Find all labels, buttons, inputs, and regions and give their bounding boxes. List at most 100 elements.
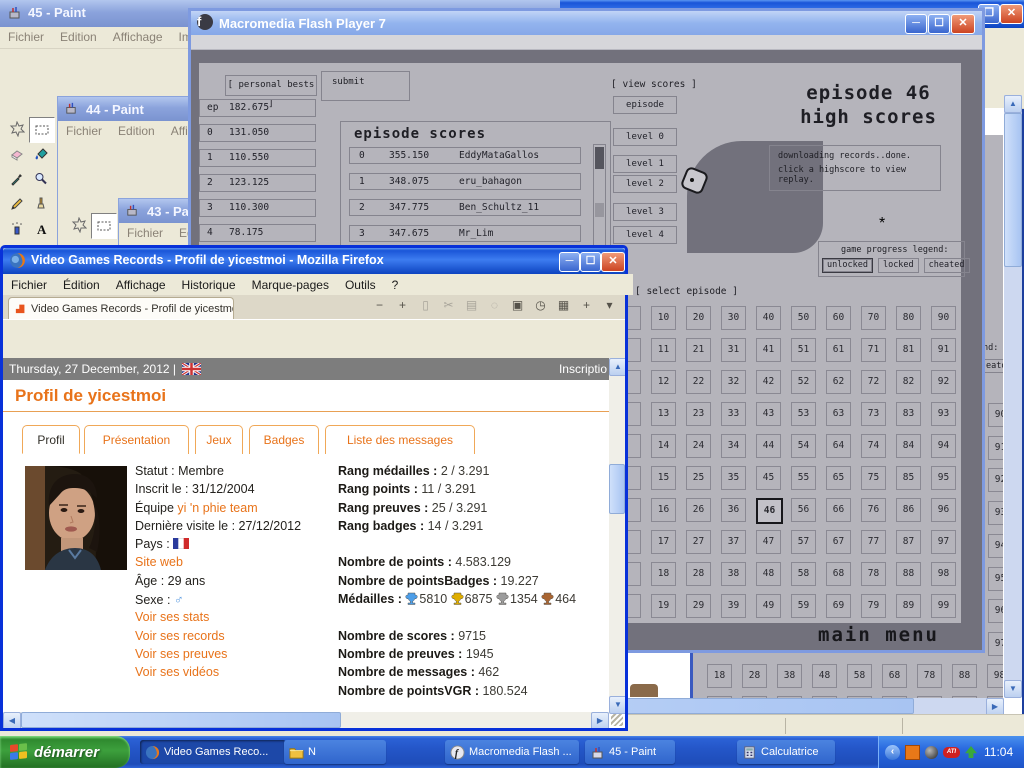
- copy-icon[interactable]: ▤: [463, 298, 480, 312]
- menu-item-affichage[interactable]: Affichage: [116, 278, 166, 292]
- eraser-icon[interactable]: [5, 142, 29, 166]
- episode-button-27[interactable]: 27: [686, 530, 711, 554]
- episode-button-34[interactable]: 34: [721, 434, 746, 458]
- episode-button-40[interactable]: 40: [756, 306, 781, 330]
- link-voir-ses-vid-os[interactable]: Voir ses vidéos: [135, 665, 219, 679]
- bg-episode-button-96[interactable]: 96: [988, 599, 1003, 623]
- episode-button-60[interactable]: 60: [826, 306, 851, 330]
- print-icon[interactable]: ▦: [555, 298, 572, 312]
- hscroll-thumb[interactable]: [21, 712, 341, 728]
- fill-bucket-icon[interactable]: [29, 142, 53, 166]
- episode-button-37[interactable]: 37: [721, 530, 746, 554]
- link-site-web[interactable]: Site web: [135, 555, 183, 569]
- episode-button-36[interactable]: 36: [721, 498, 746, 522]
- magnifier-icon[interactable]: [29, 167, 53, 191]
- episode-button-10[interactable]: 10: [651, 306, 676, 330]
- episode-button-80[interactable]: 80: [896, 306, 921, 330]
- personal-best-row[interactable]: 1110.550: [199, 149, 316, 167]
- firefox-close-button[interactable]: ✕: [601, 252, 625, 272]
- resize-grip[interactable]: [611, 714, 623, 726]
- episode-button-76[interactable]: 76: [861, 498, 886, 522]
- scroll-down-icon[interactable]: ▼: [609, 696, 625, 714]
- episode-button-53[interactable]: 53: [791, 402, 816, 426]
- tray-clock[interactable]: 11:04: [984, 745, 1013, 759]
- bg-episode-button-94[interactable]: 94: [988, 534, 1003, 558]
- episode-button-28[interactable]: 28: [686, 562, 711, 586]
- background-scroll-down-icon[interactable]: ▼: [1004, 680, 1022, 698]
- tab-profil[interactable]: Profil: [22, 425, 80, 454]
- episode-button-89[interactable]: 89: [896, 594, 921, 618]
- loading-icon[interactable]: ◌: [486, 298, 503, 312]
- personal-best-row[interactable]: 3110.300: [199, 199, 316, 217]
- minus-icon[interactable]: −: [371, 298, 388, 312]
- scroll-left-icon[interactable]: ◀: [3, 712, 21, 728]
- flash-titlebar[interactable]: f Macromedia Flash Player 7 ─ ☐ ✕: [191, 11, 982, 35]
- tab-badges[interactable]: Badges: [249, 425, 319, 454]
- episode-button-55[interactable]: 55: [791, 466, 816, 490]
- menu-item-fichier[interactable]: Fichier: [66, 124, 102, 138]
- episode-button-93[interactable]: 93: [931, 402, 956, 426]
- menu-item-édition[interactable]: Édition: [63, 278, 100, 292]
- episode-button-87[interactable]: 87: [896, 530, 921, 554]
- episode-button-14[interactable]: 14: [651, 434, 676, 458]
- episode-button-35[interactable]: 35: [721, 466, 746, 490]
- episode-button-82[interactable]: 82: [896, 370, 921, 394]
- plus-icon[interactable]: +: [394, 298, 411, 312]
- bg-episode-button-58[interactable]: 58: [847, 664, 872, 688]
- inscription-link[interactable]: Inscriptio: [559, 358, 607, 380]
- firefox-minimize-button[interactable]: ─: [559, 252, 580, 272]
- content-vertical-scrollbar[interactable]: ▲ ▼: [609, 358, 625, 712]
- episode-button-69[interactable]: 69: [826, 594, 851, 618]
- episode-scores-scrollbar[interactable]: [593, 144, 606, 246]
- episode-button-92[interactable]: 92: [931, 370, 956, 394]
- hide-icons-chevron[interactable]: ‹: [885, 745, 900, 760]
- bg-episode-button-92[interactable]: 92: [988, 468, 1003, 492]
- menu-item-fichier[interactable]: Fichier: [11, 278, 47, 292]
- episode-button-47[interactable]: 47: [756, 530, 781, 554]
- episode-button-17[interactable]: 17: [651, 530, 676, 554]
- magnifier-tray-icon[interactable]: [925, 746, 938, 759]
- link-yi--n-phie-team[interactable]: yi 'n phie team: [177, 501, 257, 515]
- bg-episode-button-90[interactable]: 90: [988, 403, 1003, 427]
- episode-button-71[interactable]: 71: [861, 338, 886, 362]
- freeform-select-icon[interactable]: [67, 213, 91, 237]
- text-tool-icon[interactable]: A: [29, 217, 53, 241]
- episode-button-68[interactable]: 68: [826, 562, 851, 586]
- view-scores-episode[interactable]: episode: [613, 96, 677, 114]
- bg-episode-button-97[interactable]: 97: [988, 632, 1003, 656]
- menu-item-edition[interactable]: Edition: [60, 30, 97, 44]
- view-scores-level-1[interactable]: level 1: [613, 155, 677, 173]
- episode-button-58[interactable]: 58: [791, 562, 816, 586]
- episode-button-67[interactable]: 67: [826, 530, 851, 554]
- start-button[interactable]: démarrer: [0, 736, 130, 768]
- bg-episode-button-93[interactable]: 93: [988, 501, 1003, 525]
- background-scroll-thumb[interactable]: [1004, 113, 1022, 267]
- episode-button-38[interactable]: 38: [721, 562, 746, 586]
- airbrush-icon[interactable]: [5, 217, 29, 241]
- taskbar-task-folder[interactable]: N: [284, 740, 386, 764]
- bg-episode-button-38[interactable]: 38: [777, 664, 802, 688]
- episode-button-65[interactable]: 65: [826, 466, 851, 490]
- java-icon[interactable]: [905, 745, 920, 760]
- episode-button-26[interactable]: 26: [686, 498, 711, 522]
- bg-episode-button-95[interactable]: 95: [988, 567, 1003, 591]
- episode-button-32[interactable]: 32: [721, 370, 746, 394]
- personal-best-row[interactable]: 478.175: [199, 224, 316, 242]
- episode-button-31[interactable]: 31: [721, 338, 746, 362]
- menu-item-?[interactable]: ?: [392, 278, 399, 292]
- episode-button-70[interactable]: 70: [861, 306, 886, 330]
- episode-button-94[interactable]: 94: [931, 434, 956, 458]
- menu-item-historique[interactable]: Historique: [182, 278, 236, 292]
- bg-episode-button-98[interactable]: 98: [987, 664, 1003, 688]
- background-close-button[interactable]: ✕: [1000, 4, 1023, 24]
- scroll-up-icon[interactable]: ▲: [609, 358, 625, 376]
- flash-close-button[interactable]: ✕: [951, 14, 975, 34]
- bg-episode-button-48[interactable]: 48: [812, 664, 837, 688]
- history-icon[interactable]: ◷: [532, 298, 549, 312]
- episode-button-50[interactable]: 50: [791, 306, 816, 330]
- bg-episode-button-91[interactable]: 91: [988, 436, 1003, 460]
- episode-button-56[interactable]: 56: [791, 498, 816, 522]
- ati-icon[interactable]: ATI: [943, 747, 960, 758]
- bg-episode-button-68[interactable]: 68: [882, 664, 907, 688]
- episode-button-73[interactable]: 73: [861, 402, 886, 426]
